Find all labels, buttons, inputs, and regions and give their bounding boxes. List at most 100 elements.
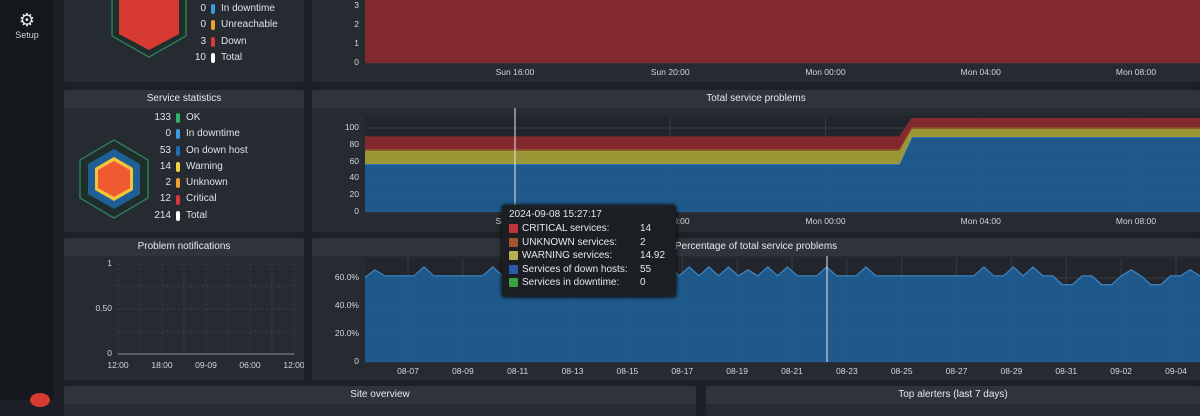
chart-tooltip: 2024-09-08 15:27:17 CRITICAL services: 14… xyxy=(502,205,676,297)
x-tick-label: Mon 00:00 xyxy=(805,216,846,226)
y-tick-label: 0 xyxy=(107,348,112,358)
service-statistics-panel: Service statistics 133 OK 0 In downtime 53 On… xyxy=(64,90,304,232)
site-overview-panel: Site overview xyxy=(64,386,696,416)
x-tick-label: 08-11 xyxy=(507,366,529,376)
tooltip-value: 14.92 xyxy=(640,250,666,261)
status-color-marker xyxy=(176,162,180,173)
x-tick-label: 08-09 xyxy=(451,366,474,376)
stat-row-unknown[interactable]: 2 Unknown xyxy=(137,175,248,191)
y-tick-label: 0 xyxy=(354,356,359,366)
legend-swatch xyxy=(509,278,518,288)
stat-row-total[interactable]: 10 Total xyxy=(172,50,278,66)
stat-count: 14 xyxy=(159,160,171,172)
tooltip-label: Services in downtime: xyxy=(522,277,620,288)
y-tick-label: 2 xyxy=(354,19,359,29)
legend-swatch xyxy=(509,264,518,274)
stat-row-ok[interactable]: 133 OK xyxy=(137,110,248,126)
tooltip-value: 55 xyxy=(640,263,652,275)
top-alerters-panel: Top alerters (last 7 days) xyxy=(706,386,1200,416)
stat-row-down[interactable]: 3 Down xyxy=(172,34,278,50)
status-color-marker xyxy=(176,113,180,124)
y-tick-label: 100 xyxy=(344,122,359,132)
y-tick-label: 0.50 xyxy=(95,303,112,313)
tooltip-row: Services in downtime: 0 xyxy=(509,276,669,290)
y-tick-label: 1 xyxy=(107,258,112,268)
legend-swatch xyxy=(509,237,518,247)
x-tick-label: 08-25 xyxy=(890,366,913,376)
stat-label: On down host xyxy=(186,144,248,156)
stat-row-total[interactable]: 214 Total xyxy=(137,208,248,224)
x-tick-label: 12:00 xyxy=(107,360,129,370)
x-tick-label: 09-09 xyxy=(195,360,217,370)
status-color-marker xyxy=(211,53,215,64)
stat-count: 53 xyxy=(159,144,171,156)
legend-swatch xyxy=(509,224,518,234)
panel-title: Top alerters (last 7 days) xyxy=(706,386,1200,404)
legend-swatch xyxy=(509,251,518,261)
tooltip-label: WARNING services: xyxy=(522,250,613,261)
x-tick-label: Mon 04:00 xyxy=(960,216,1001,226)
stat-row-unreachable[interactable]: 0 Unreachable xyxy=(172,17,278,33)
y-tick-label: 80 xyxy=(349,138,359,149)
stat-count: 133 xyxy=(154,112,171,123)
stat-label: Warning xyxy=(186,160,223,172)
stat-row-in-downtime[interactable]: 0 In downtime xyxy=(172,1,278,17)
tooltip-row: CRITICAL services: 14 xyxy=(509,222,669,236)
stat-row-in-downtime[interactable]: 0 In downtime xyxy=(137,126,248,142)
tooltip-row: Services of down hosts: 55 xyxy=(509,263,669,277)
stat-count: 12 xyxy=(159,193,171,205)
sidebar: ⚙ Setup xyxy=(0,0,54,407)
status-color-marker xyxy=(176,178,180,189)
y-tick-label: 60.0% xyxy=(334,272,359,282)
y-tick-label: 1 xyxy=(354,38,359,48)
status-color-marker xyxy=(176,145,180,156)
status-color-marker xyxy=(211,36,215,47)
gear-icon: ⚙ xyxy=(18,10,36,30)
total-service-problems-panel: Total service problems 100806040200Sun 1… xyxy=(312,90,1200,232)
stat-row-critical[interactable]: 12 Critical xyxy=(137,191,248,207)
y-tick-label: 40.0% xyxy=(334,300,359,310)
status-color-marker xyxy=(211,20,215,31)
stat-label: OK xyxy=(186,112,201,123)
problem-notifications-panel: Problem notifications 1 0.50 0 12:00 18:00 09… xyxy=(64,238,304,380)
stat-count: 0 xyxy=(200,19,206,31)
stat-label: Unknown xyxy=(186,177,228,189)
y-tick-label: 20.0% xyxy=(334,328,359,338)
status-color-marker xyxy=(176,194,180,205)
stat-count: 0 xyxy=(200,3,206,14)
total-service-problems-chart[interactable] xyxy=(312,90,1200,232)
series-area-down-hosts xyxy=(365,0,1200,63)
y-tick-label: 40 xyxy=(349,172,359,183)
host-problems-panel: 3 2 1 0 Sun 16:00 Sun 20:00 Mon 00:00 Mon 04:00… xyxy=(312,0,1200,82)
stat-label: Unreachable xyxy=(221,19,278,31)
y-tick-label: 20 xyxy=(349,189,359,200)
stat-label: Critical xyxy=(186,193,217,205)
tooltip-value: 0 xyxy=(640,277,646,288)
x-tick-label: 08-13 xyxy=(561,366,584,376)
stat-count: 10 xyxy=(194,51,206,63)
setup-menu[interactable]: ⚙ Setup xyxy=(0,10,54,40)
x-tick-label: 08-19 xyxy=(726,366,749,376)
y-tick-label: 0 xyxy=(354,57,359,67)
x-tick-label: 08-27 xyxy=(945,366,968,376)
panel-title: Site overview xyxy=(64,386,696,404)
y-tick-label: 0 xyxy=(354,206,359,216)
percentage-service-problems-chart[interactable] xyxy=(312,238,1200,380)
status-color-marker xyxy=(211,4,215,15)
tooltip-row: UNKNOWN services: 2 xyxy=(509,236,669,250)
stat-count: 3 xyxy=(200,35,206,47)
x-tick-label: 09-04 xyxy=(1165,366,1187,376)
stat-label: Down xyxy=(221,35,247,47)
x-tick-label: 18:00 xyxy=(151,360,173,370)
stat-row-warning[interactable]: 14 Warning xyxy=(137,159,248,175)
x-tick-label: 08-31 xyxy=(1055,366,1078,376)
tooltip-label: Services of down hosts: xyxy=(522,263,628,275)
x-tick-label: Mon 00:00 xyxy=(805,67,846,77)
x-tick-label: 08-23 xyxy=(835,366,858,376)
x-tick-label: 08-15 xyxy=(616,366,639,376)
stat-label: In downtime xyxy=(221,3,275,14)
stat-count: 0 xyxy=(165,128,171,140)
stat-row-on-down-host[interactable]: 53 On down host xyxy=(137,143,248,159)
user-icon[interactable] xyxy=(30,393,50,407)
tooltip-value: 14 xyxy=(640,223,652,234)
